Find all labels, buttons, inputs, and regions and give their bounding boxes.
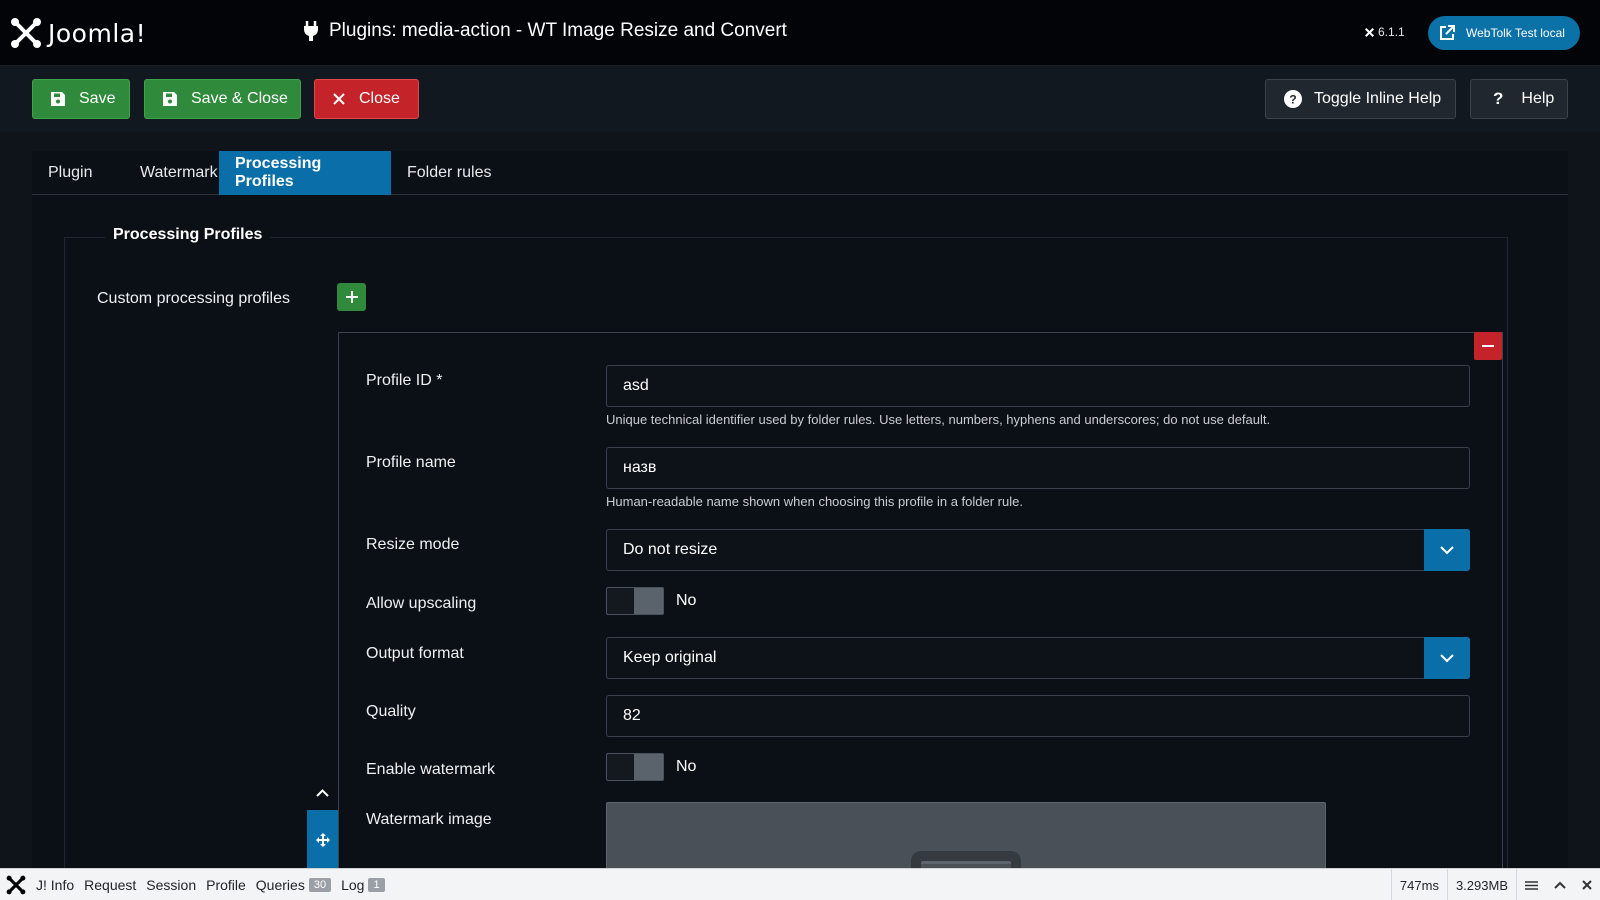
- upscaling-toggle[interactable]: [606, 587, 664, 615]
- plug-icon: [303, 21, 319, 41]
- save-icon: [163, 92, 177, 106]
- minus-icon: [1482, 345, 1494, 347]
- queries-count-badge: 30: [308, 877, 332, 892]
- tab-list: Plugin Watermark Processing Profiles Fol…: [32, 151, 1568, 195]
- watermark-value: No: [676, 758, 697, 775]
- joomla-debug-icon[interactable]: [0, 869, 32, 900]
- move-arrows-icon: [315, 833, 330, 847]
- debug-log-tab[interactable]: Log 1: [341, 877, 385, 893]
- profile-id-input[interactable]: asd: [606, 365, 1470, 407]
- version-badge: 6.1.1: [1364, 25, 1405, 39]
- svg-text:?: ?: [1289, 93, 1296, 107]
- logo-text: Joomla!: [48, 18, 147, 48]
- settings-icon[interactable]: [1516, 869, 1546, 900]
- debug-memory: 3.293MB: [1446, 869, 1516, 900]
- save-close-button[interactable]: Save & Close: [144, 79, 301, 119]
- save-icon: [51, 92, 65, 106]
- toolbar: Save Save & Close Close ? Toggle Inline …: [0, 66, 1600, 132]
- upscaling-label: Allow upscaling: [366, 595, 477, 612]
- joomla-small-icon: [1364, 27, 1375, 37]
- watermark-label: Enable watermark: [366, 761, 495, 778]
- site-link-button[interactable]: WebTolk Test local: [1428, 16, 1580, 50]
- question-circle-icon: ?: [1284, 90, 1302, 108]
- watermark-toggle[interactable]: [606, 753, 664, 781]
- page-title-text: Plugins: media-action - WT Image Resize …: [329, 20, 787, 41]
- toggle-knob: [634, 754, 663, 780]
- log-count-badge: 1: [368, 877, 385, 892]
- profile-name-label: Profile name: [366, 454, 456, 471]
- tab-plugin[interactable]: Plugin: [32, 151, 108, 195]
- debug-bar: J! Info Request Session Profile Queries 3…: [0, 868, 1600, 900]
- close-button[interactable]: Close: [314, 79, 419, 119]
- upscaling-value: No: [676, 592, 697, 609]
- tab-watermark[interactable]: Watermark: [124, 151, 234, 195]
- debug-right-group: 747ms 3.293MB: [1390, 869, 1600, 900]
- toggle-inline-help-button[interactable]: ? Toggle Inline Help: [1265, 79, 1456, 119]
- resize-mode-select[interactable]: Do not resize: [606, 529, 1470, 571]
- profile-name-hint: Human-readable name shown when choosing …: [606, 494, 1023, 509]
- debug-session-tab[interactable]: Session: [146, 877, 196, 893]
- question-icon: ?: [1493, 89, 1504, 108]
- debug-queries-tab[interactable]: Queries 30: [256, 877, 332, 893]
- add-profile-button[interactable]: [337, 283, 366, 311]
- save-button[interactable]: Save: [32, 79, 130, 119]
- debug-time: 747ms: [1390, 869, 1447, 900]
- quality-label: Quality: [366, 703, 416, 720]
- chevron-up-icon: [315, 789, 329, 797]
- joomla-logo[interactable]: Joomla!: [10, 16, 146, 50]
- profile-id-label: Profile ID *: [366, 372, 443, 389]
- chevron-down-icon: [1424, 529, 1470, 571]
- fieldset-legend: Processing Profiles: [105, 226, 271, 244]
- profile-id-hint: Unique technical identifier used by fold…: [606, 412, 1271, 427]
- resize-mode-label: Resize mode: [366, 536, 460, 553]
- debug-info-tab[interactable]: J! Info: [36, 877, 74, 893]
- tab-processing-profiles[interactable]: Processing Profiles: [219, 151, 391, 195]
- chevron-up-icon[interactable]: [1546, 869, 1574, 900]
- output-format-select[interactable]: Keep original: [606, 637, 1470, 679]
- page-title: Plugins: media-action - WT Image Resize …: [303, 20, 787, 42]
- toggle-knob: [634, 588, 663, 614]
- remove-profile-button[interactable]: [1474, 332, 1502, 360]
- joomla-icon: [11, 18, 41, 48]
- profile-name-input[interactable]: назв: [606, 447, 1470, 489]
- drag-handle[interactable]: [307, 810, 338, 870]
- debug-request-tab[interactable]: Request: [84, 877, 136, 893]
- watermark-image-label: Watermark image: [366, 811, 492, 828]
- output-format-label: Output format: [366, 645, 464, 662]
- external-link-icon: [1438, 24, 1456, 42]
- chevron-down-icon: [1424, 637, 1470, 679]
- close-debug-icon[interactable]: [1574, 869, 1600, 900]
- tab-folder-rules[interactable]: Folder rules: [391, 151, 507, 195]
- debug-profile-tab[interactable]: Profile: [206, 877, 246, 893]
- top-header: Joomla! Plugins: media-action - WT Image…: [0, 0, 1600, 66]
- move-up-button[interactable]: [312, 783, 332, 803]
- custom-profiles-label: Custom processing profiles: [97, 290, 290, 307]
- close-icon: [333, 93, 345, 105]
- plus-icon: [345, 291, 358, 303]
- quality-input[interactable]: 82: [606, 695, 1470, 737]
- site-link-label: WebTolk Test local: [1466, 26, 1565, 40]
- help-button[interactable]: ? Help: [1470, 79, 1568, 119]
